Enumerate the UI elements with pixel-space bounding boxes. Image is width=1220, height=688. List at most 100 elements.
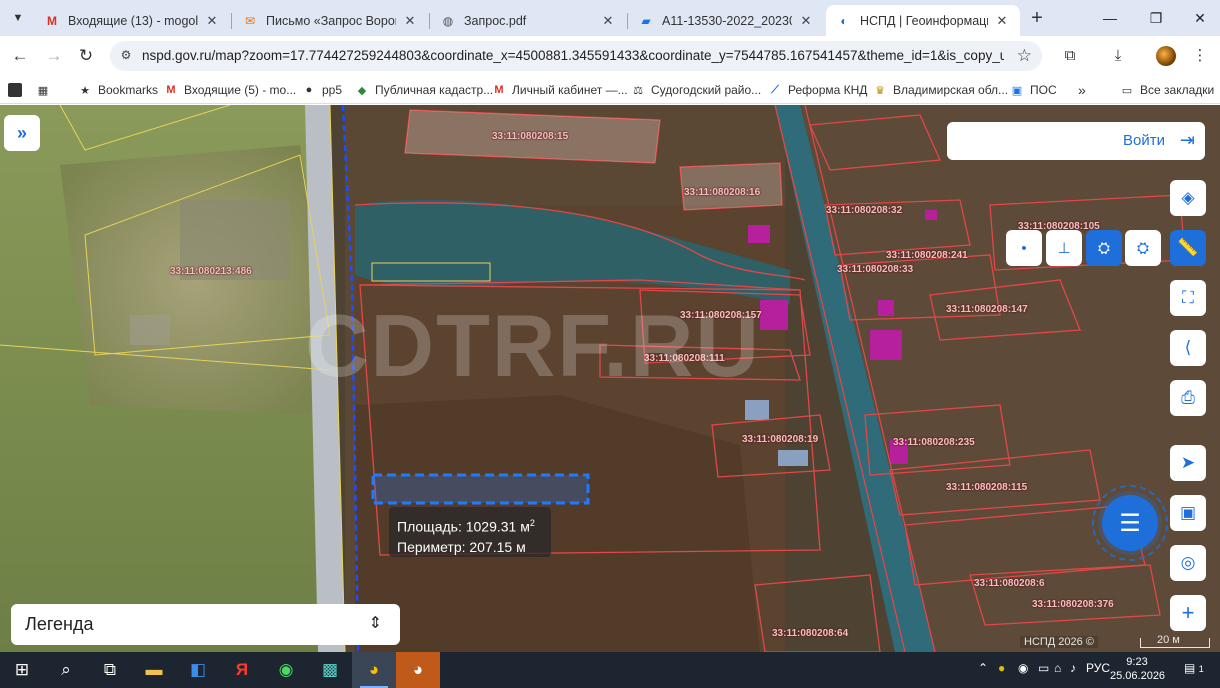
tray-app-icon[interactable]: ● bbox=[998, 661, 1005, 675]
browser-toolbar: ← → ↻ ⚙ nspd.gov.ru/map?zoom=17.77442725… bbox=[0, 36, 1220, 76]
close-icon[interactable]: ✕ bbox=[204, 13, 220, 29]
new-tab-button[interactable]: + bbox=[1026, 8, 1048, 30]
layers-button[interactable]: ◈ bbox=[1170, 180, 1206, 216]
measure-tool-button[interactable]: 📏 bbox=[1170, 230, 1206, 266]
bookmark-item[interactable]: ▣ ПОС bbox=[1010, 81, 1057, 99]
taskbar-explorer[interactable]: ▬ bbox=[132, 652, 176, 688]
profile-button[interactable] bbox=[1154, 44, 1178, 68]
close-icon[interactable]: ✕ bbox=[994, 13, 1010, 29]
close-icon[interactable]: ✕ bbox=[600, 13, 616, 29]
taskbar-chrome-profile[interactable]: ◕ bbox=[396, 652, 440, 688]
area-unit-power: 2 bbox=[529, 518, 535, 528]
taskbar-chrome[interactable]: ◕ bbox=[352, 652, 396, 688]
start-button[interactable]: ⊞ bbox=[0, 652, 44, 688]
gmail-icon: M bbox=[166, 84, 176, 96]
measure-area-button[interactable]: ⛭ bbox=[1086, 230, 1122, 266]
parcel-label[interactable]: 33:11:080208:241 bbox=[886, 250, 968, 261]
bookmark-item[interactable]: ★ Bookmarks bbox=[78, 81, 158, 99]
outlook-icon: ◧ bbox=[189, 660, 207, 679]
tab-gmail-inbox[interactable]: M Входящие (13) - mogolovinс ✕ bbox=[34, 5, 230, 36]
close-icon[interactable]: ✕ bbox=[798, 13, 814, 29]
taskbar-app[interactable]: ▩ bbox=[308, 652, 352, 688]
bookmarks-overflow-button[interactable]: » bbox=[1078, 81, 1086, 99]
bookmark-square[interactable] bbox=[8, 81, 28, 99]
legend-label: Легенда bbox=[25, 614, 94, 634]
bookmark-item[interactable]: M Входящие (5) - mo... bbox=[164, 81, 296, 99]
mail-icon: ✉ bbox=[244, 13, 256, 28]
chat-button[interactable]: ☰ bbox=[1102, 495, 1158, 551]
site-settings-icon[interactable]: ⚙ bbox=[118, 48, 134, 64]
parcel-label[interactable]: 33:11:080208:33 bbox=[837, 264, 913, 275]
parcel-label[interactable]: 33:11:080208:115 bbox=[946, 482, 1027, 493]
minimize-button[interactable]: — bbox=[1088, 6, 1132, 30]
extensions-button[interactable]: ⧉ bbox=[1058, 44, 1082, 68]
tab-nspd-geoinfo[interactable]: ◐ НСПД | Геоинформационн ✕ bbox=[826, 5, 1020, 36]
parcel-label[interactable]: 33:11:080208:376 bbox=[1032, 599, 1114, 610]
browser-menu-button[interactable]: ⋮ bbox=[1188, 44, 1212, 68]
url-text[interactable]: nspd.gov.ru/map?zoom=17.774427259244803&… bbox=[142, 48, 1004, 63]
parcel-label[interactable]: 33:11:080208:147 bbox=[946, 304, 1028, 315]
bookmark-item[interactable]: ⟋ Реформа КНД bbox=[768, 81, 867, 99]
parcel-label[interactable]: 33:11:080208:235 bbox=[893, 437, 975, 448]
map-canvas[interactable]: 33:11:080208:15 33:11:080208:16 33:11:08… bbox=[0, 105, 1220, 652]
login-button[interactable]: Войти ⇥ bbox=[947, 122, 1205, 160]
reload-button[interactable]: ↻ bbox=[74, 44, 98, 68]
close-icon[interactable]: ✕ bbox=[402, 13, 418, 29]
parcel-label[interactable]: 33:11:080213:486 bbox=[170, 266, 252, 277]
notifications-button[interactable]: ▤ 1 bbox=[1184, 661, 1204, 675]
yandex-icon: Я bbox=[235, 660, 249, 679]
clock[interactable]: 9:23 25.06.2026 bbox=[1110, 655, 1165, 683]
forward-button[interactable]: → bbox=[42, 44, 66, 68]
parcel-label[interactable]: 33:11:080208:32 bbox=[826, 205, 902, 216]
tray-device-icon[interactable]: ▭ bbox=[1038, 661, 1049, 675]
tab-court-document[interactable]: ▰ А11-13530-2022_20230131_ ✕ bbox=[628, 5, 824, 36]
bookmark-item[interactable]: ⚖ Судогодский райо... bbox=[631, 81, 761, 99]
tab-request-pdf[interactable]: ◍ Запрос.pdf ✕ bbox=[430, 5, 626, 36]
bookmark-item[interactable]: ♛ Владимирская обл... bbox=[873, 81, 1008, 99]
all-bookmarks-button[interactable]: ▭ Все закладки bbox=[1120, 81, 1214, 99]
bookmark-item[interactable]: ◆ Публичная кадастр... bbox=[355, 81, 493, 99]
parcel-label[interactable]: 33:11:080208:6 bbox=[974, 578, 1045, 589]
parcel-label[interactable]: 33:11:080208:16 bbox=[684, 187, 760, 198]
restore-button[interactable]: ❐ bbox=[1134, 6, 1178, 30]
bookmark-item[interactable]: M Личный кабинет —... bbox=[492, 81, 627, 99]
sidebar-expand-button[interactable]: » bbox=[4, 115, 40, 151]
share-button[interactable]: ⟨ bbox=[1170, 330, 1206, 366]
measure-distance-button[interactable]: ⊥ bbox=[1046, 230, 1082, 266]
search-location-button[interactable]: ◎ bbox=[1170, 545, 1206, 581]
address-bar[interactable]: ⚙ nspd.gov.ru/map?zoom=17.77442725924480… bbox=[110, 41, 1042, 71]
tab-search-button[interactable]: ▼ bbox=[6, 6, 30, 30]
print-button[interactable]: ⎙ bbox=[1170, 380, 1206, 416]
taskbar-outlook[interactable]: ◧ bbox=[176, 652, 220, 688]
parcel-label[interactable]: 33:11:080208:19 bbox=[742, 434, 818, 445]
geolocation-button[interactable]: ➤ bbox=[1170, 445, 1206, 481]
close-window-button[interactable]: ✕ bbox=[1178, 6, 1220, 30]
show-hidden-icons-button[interactable]: ⌃ bbox=[978, 661, 988, 675]
taskbar-utorrent[interactable]: ◉ bbox=[264, 652, 308, 688]
back-button[interactable]: ← bbox=[8, 44, 32, 68]
picture-in-picture-button[interactable]: ▣ bbox=[1170, 495, 1206, 531]
parcel-label[interactable]: 33:11:080208:64 bbox=[772, 628, 848, 639]
volume-icon[interactable]: ♪ bbox=[1070, 661, 1076, 675]
measure-point-button[interactable]: • bbox=[1006, 230, 1042, 266]
tray-utorrent-icon[interactable]: ◉ bbox=[1018, 661, 1028, 675]
gmail-icon: M bbox=[494, 84, 504, 96]
taskbar-search-button[interactable]: ⌕ bbox=[44, 652, 88, 688]
downloads-button[interactable]: ⤓ bbox=[1106, 44, 1130, 68]
task-view-button[interactable]: ⧉ bbox=[88, 652, 132, 688]
parcel-label[interactable]: 33:11:080208:15 bbox=[492, 131, 568, 142]
chrome-icon: ◕ bbox=[412, 660, 424, 679]
tab-mail-letter[interactable]: ✉ Письмо «Запрос Воронова ✕ bbox=[232, 5, 428, 36]
taskbar-yandex[interactable]: Я bbox=[220, 652, 264, 688]
bookmark-item[interactable]: ● pp5 bbox=[302, 81, 342, 99]
network-icon[interactable]: ⌂ bbox=[1054, 661, 1061, 675]
bookmark-star-icon[interactable]: ☆ bbox=[1017, 46, 1032, 66]
measure-circle-button[interactable]: ⛭ bbox=[1125, 230, 1161, 266]
zoom-in-button[interactable]: + bbox=[1170, 595, 1206, 631]
legend-panel[interactable]: Легенда ⇕ bbox=[11, 604, 400, 645]
chat-icon: ☰ bbox=[1119, 509, 1141, 537]
search-icon: ⌕ bbox=[61, 660, 71, 679]
apps-button[interactable]: ▦ bbox=[36, 81, 56, 99]
language-indicator[interactable]: РУС bbox=[1086, 661, 1110, 675]
select-area-button[interactable]: ⛶ bbox=[1170, 280, 1206, 316]
